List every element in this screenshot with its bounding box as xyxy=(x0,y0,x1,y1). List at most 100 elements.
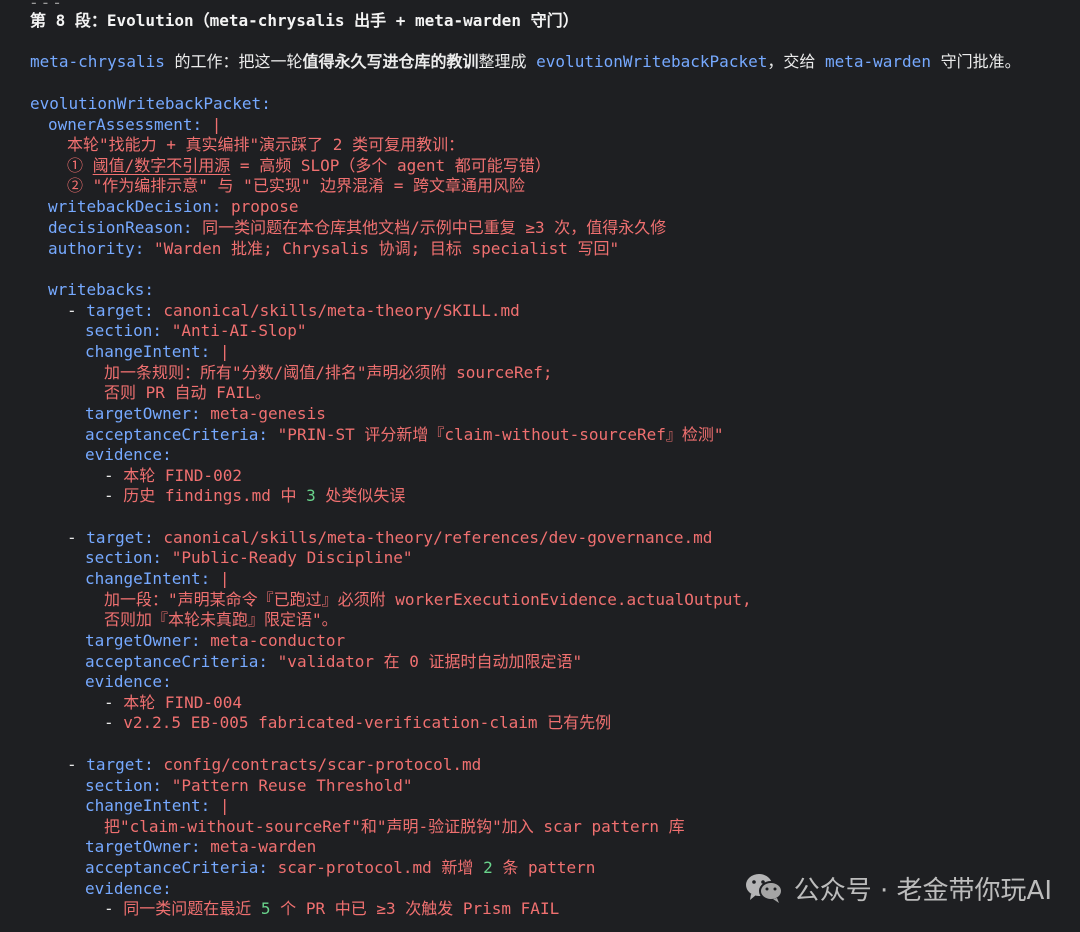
wb2-criteria: acceptanceCriteria: "validator 在 0 证据时自动… xyxy=(85,652,582,672)
section-key: section: xyxy=(85,548,163,567)
top-rule: --- xyxy=(29,0,69,6)
wb2-intent-line-1: 加一段："声明某命令『已跑过』必须附 workerExecutionEviden… xyxy=(104,590,752,609)
yaml-root-key: evolutionWritebackPacket: xyxy=(30,94,271,114)
wb3-target: - target: config/contracts/scar-protocol… xyxy=(67,755,482,774)
wb3-criteria: acceptanceCriteria: scar-protocol.md 新增 … xyxy=(85,858,595,878)
criteria-key: acceptanceCriteria: xyxy=(85,652,269,671)
criteria-key: acceptanceCriteria: xyxy=(85,425,269,444)
intro-paragraph: meta-chrysalis 的工作：把这一轮值得永久写进仓库的教训整理成 ev… xyxy=(30,52,1021,72)
intro-packet: evolutionWritebackPacket xyxy=(536,52,768,71)
decision-value: propose xyxy=(231,197,299,216)
owner-line-3: ② "作为编排示意" 与 "已实现" 边界混淆 = 跨文章通用风险 xyxy=(67,176,525,196)
reason-key: decisionReason: xyxy=(48,218,193,237)
owner-key: targetOwner: xyxy=(85,837,201,856)
wb2-evidence: evidence: xyxy=(85,672,172,692)
wb1-intent-line-1: 加一条规则：所有"分数/阈值/排名"声明必须附 sourceRef; xyxy=(104,363,553,382)
section-key: section: xyxy=(85,321,163,340)
owner-line-3-rest: "作为编排示意" 与 "已实现" 边界混淆 = 跨文章通用风险 xyxy=(83,176,525,195)
intent-pipe: | xyxy=(219,569,230,588)
evidence-item-a: 同一类问题在最近 xyxy=(123,899,261,918)
authority-line: authority: "Warden 批准; Chrysalis 协调; 目标 … xyxy=(48,239,619,259)
code-view: --- 第 8 段：Evolution（meta-chrysalis 出手 + … xyxy=(0,0,1080,932)
owner-key: targetOwner: xyxy=(85,404,201,423)
wb2-section: section: "Public-Ready Discipline" xyxy=(85,548,413,568)
owner-key: targetOwner: xyxy=(85,631,201,650)
owner-value: meta-genesis xyxy=(210,404,326,423)
target-value: canonical/skills/meta-theory/SKILL.md xyxy=(163,301,520,320)
wb1-target: - target: canonical/skills/meta-theory/S… xyxy=(67,301,520,320)
wb3-intent: changeIntent: | xyxy=(85,796,230,816)
wb1-evidence-2: - 历史 findings.md 中 3 处类似失误 xyxy=(104,486,406,505)
criteria-value: "PRIN-ST 评分新增『claim-without-sourceRef』检测… xyxy=(277,425,724,444)
owner-assessment-key: ownerAssessment: xyxy=(48,115,203,134)
owner-value: meta-conductor xyxy=(210,631,346,650)
evidence-key: evidence: xyxy=(85,879,172,898)
target-key: target: xyxy=(86,755,154,774)
wb2-intent: changeIntent: | xyxy=(85,569,230,589)
wb2-evidence-1: - 本轮 FIND-004 xyxy=(104,693,242,712)
evidence-item: 本轮 FIND-004 xyxy=(123,693,242,712)
evidence-key: evidence: xyxy=(85,445,172,464)
owner-line-2: ① 阈值/数字不引用源 = 高频 SLOP（多个 agent 都可能写错） xyxy=(67,156,551,176)
owner-line-2-rest: = 高频 SLOP（多个 agent 都可能写错） xyxy=(230,156,551,175)
target-value: config/contracts/scar-protocol.md xyxy=(163,755,482,774)
intro-text-3: ，交给 xyxy=(767,52,825,71)
wb3-section: section: "Pattern Reuse Threshold" xyxy=(85,776,413,796)
intent-pipe: | xyxy=(219,342,230,361)
wb3-owner: targetOwner: meta-warden xyxy=(85,837,316,857)
wb1-criteria: acceptanceCriteria: "PRIN-ST 评分新增『claim-… xyxy=(85,425,724,445)
criteria-value-a: scar-protocol.md 新增 xyxy=(277,858,484,877)
section-title: 第 8 段：Evolution（meta-chrysalis 出手 + meta… xyxy=(30,11,579,30)
evidence-item-b: 个 PR 中已 ≥3 次触发 Prism FAIL xyxy=(270,899,560,918)
circled-two: ② xyxy=(67,176,84,195)
intro-text-2: 整理成 xyxy=(478,52,537,71)
intro-bold: 值得永久写进仓库的教训 xyxy=(302,52,479,71)
wb2-target: - target: canonical/skills/meta-theory/r… xyxy=(67,528,713,547)
evidence-item-a: 历史 findings.md 中 xyxy=(123,486,307,505)
wb1-owner: targetOwner: meta-genesis xyxy=(85,404,326,424)
section-key: section: xyxy=(85,776,163,795)
watermark-text: 公众号 · 老金带你玩AI xyxy=(793,875,1052,906)
wb1-evidence-1: - 本轮 FIND-002 xyxy=(104,466,242,485)
wb2-owner: targetOwner: meta-conductor xyxy=(85,631,345,651)
intro-agent: meta-chrysalis xyxy=(30,52,165,71)
evidence-item-a: v2.2.5 EB-005 fabricated-verification-cl… xyxy=(123,713,612,732)
wb3-intent-line-1: 把"claim-without-sourceRef"和"声明-验证脱钩"加入 s… xyxy=(104,817,685,836)
owner-assessment-pipe: | xyxy=(211,115,222,134)
wechat-icon xyxy=(744,871,784,905)
circled-one: ① xyxy=(67,156,84,175)
intent-pipe: | xyxy=(219,796,230,815)
intro-text-4: 守门批准。 xyxy=(930,52,1021,71)
target-value: canonical/skills/meta-theory/references/… xyxy=(163,528,713,547)
reason-value: 同一类问题在本仓库其他文档/示例中已重复 ≥3 次，值得永久修 xyxy=(202,218,667,237)
wb2-intent-line-2: 否则加『本轮未真跑』限定语"。 xyxy=(104,610,338,629)
wb3-evidence: evidence: xyxy=(85,879,172,899)
authority-value: "Warden 批准; Chrysalis 协调; 目标 specialist … xyxy=(153,239,620,258)
evidence-number: 3 xyxy=(306,486,316,505)
wb2-evidence-2: - v2.2.5 EB-005 fabricated-verification-… xyxy=(104,713,612,732)
decision-reason-line: decisionReason: 同一类问题在本仓库其他文档/示例中已重复 ≥3 … xyxy=(48,218,666,238)
intent-key: changeIntent: xyxy=(85,342,211,361)
target-key: target: xyxy=(86,528,154,547)
writeback-decision-line: writebackDecision: propose xyxy=(48,197,298,217)
wb3-evidence-1: - 同一类问题在最近 5 个 PR 中已 ≥3 次触发 Prism FAIL xyxy=(104,899,560,918)
owner-line-1: 本轮"找能力 + 真实编排"演示踩了 2 类可复用教训： xyxy=(67,135,465,154)
owner-line-2-underlined: 阈值/数字不引用源 xyxy=(92,156,231,175)
wb1-intent: changeIntent: | xyxy=(85,342,230,362)
evidence-number: 5 xyxy=(260,899,271,918)
wb1-evidence: evidence: xyxy=(85,445,172,465)
intro-text-1: 的工作：把这一轮 xyxy=(164,52,303,71)
wb1-intent-line-2: 否则 PR 自动 FAIL。 xyxy=(104,383,271,402)
section-value: "Pattern Reuse Threshold" xyxy=(171,776,413,795)
watermark: 公众号 · 老金带你玩AI xyxy=(744,866,1052,910)
wb1-section: section: "Anti-AI-Slop" xyxy=(85,321,307,341)
criteria-number: 2 xyxy=(483,858,493,877)
section-value: "Public-Ready Discipline" xyxy=(171,548,413,567)
owner-assessment-line: ownerAssessment: | xyxy=(48,115,221,135)
target-key: target: xyxy=(86,301,154,320)
intent-key: changeIntent: xyxy=(85,796,211,815)
evidence-item: 本轮 FIND-002 xyxy=(123,466,242,485)
root-key: evolutionWritebackPacket: xyxy=(30,94,271,113)
criteria-value: "validator 在 0 证据时自动加限定语" xyxy=(277,652,583,671)
authority-key: authority: xyxy=(48,239,145,258)
